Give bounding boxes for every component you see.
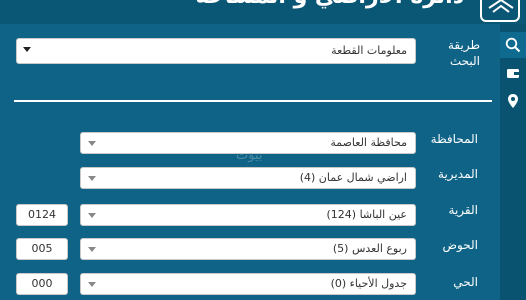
- village-value: عين الباشا (124): [326, 208, 408, 221]
- district-value: جدول الأحياء (0): [330, 277, 407, 290]
- village-select[interactable]: عين الباشا (124): [80, 204, 416, 226]
- district-select[interactable]: جدول الأحياء (0): [80, 273, 416, 295]
- chevron-down-icon: [88, 213, 96, 218]
- wallet-icon: [507, 69, 519, 78]
- basin-label: الحوض: [442, 238, 478, 252]
- chevron-down-icon: [88, 282, 96, 287]
- chevron-down-icon: [88, 247, 96, 252]
- directorate-value: اراضي شمال عمان (4): [299, 171, 407, 184]
- village-label: القرية: [448, 203, 478, 217]
- search-method-select[interactable]: معلومات القطعة: [16, 38, 416, 64]
- app-title: دائرة الأراضي و المساحة: [196, 0, 464, 9]
- location-button[interactable]: [500, 88, 526, 114]
- directorate-label: المديرية: [438, 167, 478, 181]
- basin-value: ربوع العدس (5): [332, 242, 407, 255]
- village-code-input[interactable]: 0124: [16, 204, 68, 226]
- search-button[interactable]: [500, 32, 526, 58]
- district-code-input[interactable]: 000: [16, 273, 68, 295]
- chevron-down-icon: [88, 141, 96, 146]
- wallet-button[interactable]: [500, 60, 526, 86]
- search-icon: [505, 37, 521, 53]
- governorate-select[interactable]: محافظة العاصمة: [80, 132, 416, 154]
- divider: [14, 100, 492, 102]
- chevron-down-icon: [88, 176, 96, 181]
- governorate-label: المحافظة: [430, 132, 478, 146]
- governorate-value: محافظة العاصمة: [330, 136, 407, 149]
- district-label: الحي: [453, 275, 478, 289]
- search-panel: طريقة البحث معلومات القطعة بيوت المحافظة…: [0, 24, 500, 300]
- sidebar: [500, 24, 526, 300]
- logo: [480, 0, 520, 22]
- logo-mark-icon: [488, 0, 514, 13]
- chevron-down-icon: [23, 47, 31, 52]
- basin-code-input[interactable]: 005: [16, 238, 68, 260]
- search-method-label: طريقة البحث: [447, 38, 480, 68]
- search-method-value: معلومات القطعة: [331, 44, 407, 57]
- directorate-select[interactable]: اراضي شمال عمان (4): [80, 167, 416, 189]
- app-header: دائرة الأراضي و المساحة: [0, 0, 526, 24]
- basin-select[interactable]: ربوع العدس (5): [80, 238, 416, 260]
- location-pin-icon: [508, 94, 518, 108]
